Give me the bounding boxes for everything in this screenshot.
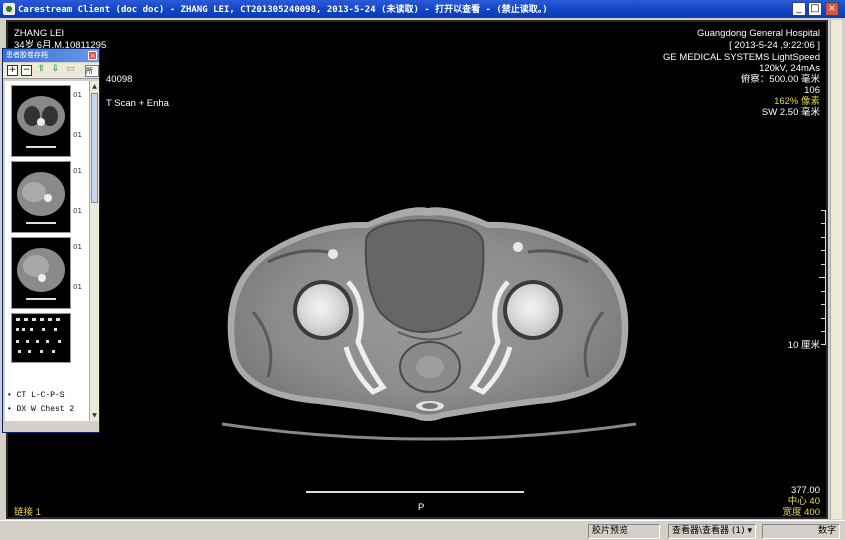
accession-number: 40098 bbox=[106, 74, 133, 85]
thumbnail-list[interactable]: 01 01 01 01 01 01 bbox=[5, 81, 89, 421]
horizontal-scale-bar bbox=[306, 491, 524, 493]
hospital-name: Guangdong General Hospital bbox=[696, 28, 820, 39]
thumbnail-image[interactable] bbox=[11, 85, 71, 157]
scroll-down-icon[interactable]: ▼ bbox=[91, 411, 98, 420]
exposure-params: 120kV, 24mAs bbox=[759, 63, 820, 74]
title-bar[interactable]: Carestream Client (doc doc) - ZHANG LEI,… bbox=[0, 0, 845, 18]
image-viewport[interactable]: ZHANG LEI 34岁 6月,M,10811295 40098 T Scan… bbox=[6, 20, 828, 519]
status-bar: 胶片预览 查看器\查看器 (1) ▾ 数字 bbox=[0, 520, 845, 540]
thumbnail-image[interactable] bbox=[11, 237, 71, 309]
input-mode-field: 数字 bbox=[762, 524, 840, 539]
thumbnail-panel-close-button[interactable]: × bbox=[88, 51, 97, 60]
thumbnail-scroll-thumb[interactable] bbox=[91, 93, 98, 203]
thumbnail-number: 01 bbox=[73, 131, 82, 139]
window-center: 中心 40 bbox=[787, 496, 820, 507]
close-button[interactable]: × bbox=[825, 2, 839, 16]
zoom-in-icon[interactable]: + bbox=[7, 65, 18, 76]
zoom-out-icon[interactable]: − bbox=[21, 65, 32, 76]
thumbnail-number: 01 bbox=[73, 91, 82, 99]
maximize-button[interactable]: □ bbox=[808, 2, 822, 16]
thumbnail-image[interactable] bbox=[11, 161, 71, 233]
patient-name: ZHANG LEI bbox=[14, 28, 65, 39]
window-title: Carestream Client (doc doc) - ZHANG LEI,… bbox=[18, 5, 548, 15]
zoom-level: 162% 像素 bbox=[774, 96, 820, 107]
minimize-button[interactable]: _ bbox=[792, 2, 806, 16]
ct-scan-image[interactable] bbox=[208, 192, 648, 452]
device-name: GE MEDICAL SYSTEMS LightSpeed bbox=[663, 52, 820, 63]
thumbnail-image[interactable] bbox=[11, 313, 71, 363]
thumbnail-panel[interactable]: 患者胶卷存档 × + − ⇧ ⇩ ▭ 所 01 01 01 01 01 01 ▲… bbox=[2, 48, 100, 433]
scale-ruler bbox=[819, 210, 826, 345]
arrow-up-icon[interactable]: ⇧ bbox=[36, 65, 47, 76]
thumbnail-number: 01 bbox=[73, 207, 82, 215]
slice-thickness: SW 2.50 毫米 bbox=[761, 107, 820, 118]
app-icon bbox=[3, 3, 15, 15]
arrow-down-icon[interactable]: ⇩ bbox=[50, 65, 61, 76]
scale-label: 10 厘米 bbox=[787, 340, 820, 351]
series-list[interactable]: • CT L-C-P-S • DX W Chest 2 bbox=[5, 389, 89, 421]
thumbnail-number: 01 bbox=[73, 283, 82, 291]
series-item[interactable]: • DX W Chest 2 bbox=[7, 405, 74, 414]
slice-location: 377.00 bbox=[790, 485, 820, 496]
thumbnail-filter-dropdown[interactable]: 所 bbox=[85, 65, 99, 77]
field-of-view: 俯察：500.00 毫米 bbox=[740, 74, 820, 85]
scroll-up-icon[interactable]: ▲ bbox=[91, 82, 98, 91]
printer-icon[interactable]: ▭ bbox=[65, 65, 76, 76]
thumbnail-number: 01 bbox=[73, 243, 82, 251]
image-number: 106 bbox=[804, 85, 820, 96]
window-width: 宽度 400 bbox=[782, 507, 821, 518]
thumbnail-toolbar: + − ⇧ ⇩ ▭ 所 bbox=[3, 63, 99, 79]
film-preview-field[interactable]: 胶片预览 bbox=[588, 524, 660, 539]
viewer-selector[interactable]: 查看器\查看器 (1) ▾ bbox=[668, 524, 756, 539]
thumbnail-panel-title: 患者胶卷存档 bbox=[6, 51, 48, 59]
link-label[interactable]: 链接 1 bbox=[14, 507, 41, 517]
thumbnail-scrollbar[interactable]: ▲ ▼ bbox=[89, 81, 99, 421]
study-datetime: [ 2013-5-24 ,9:22:06 ] bbox=[729, 40, 820, 51]
study-description: T Scan + Enha bbox=[106, 98, 169, 109]
app-window: Carestream Client (doc doc) - ZHANG LEI,… bbox=[0, 0, 845, 540]
thumbnail-panel-titlebar[interactable]: 患者胶卷存档 × bbox=[3, 49, 99, 62]
series-item[interactable]: • CT L-C-P-S bbox=[7, 391, 65, 400]
orientation-label: P bbox=[418, 502, 425, 513]
thumbnail-number: 01 bbox=[73, 167, 82, 175]
main-scrollbar[interactable] bbox=[830, 20, 842, 519]
